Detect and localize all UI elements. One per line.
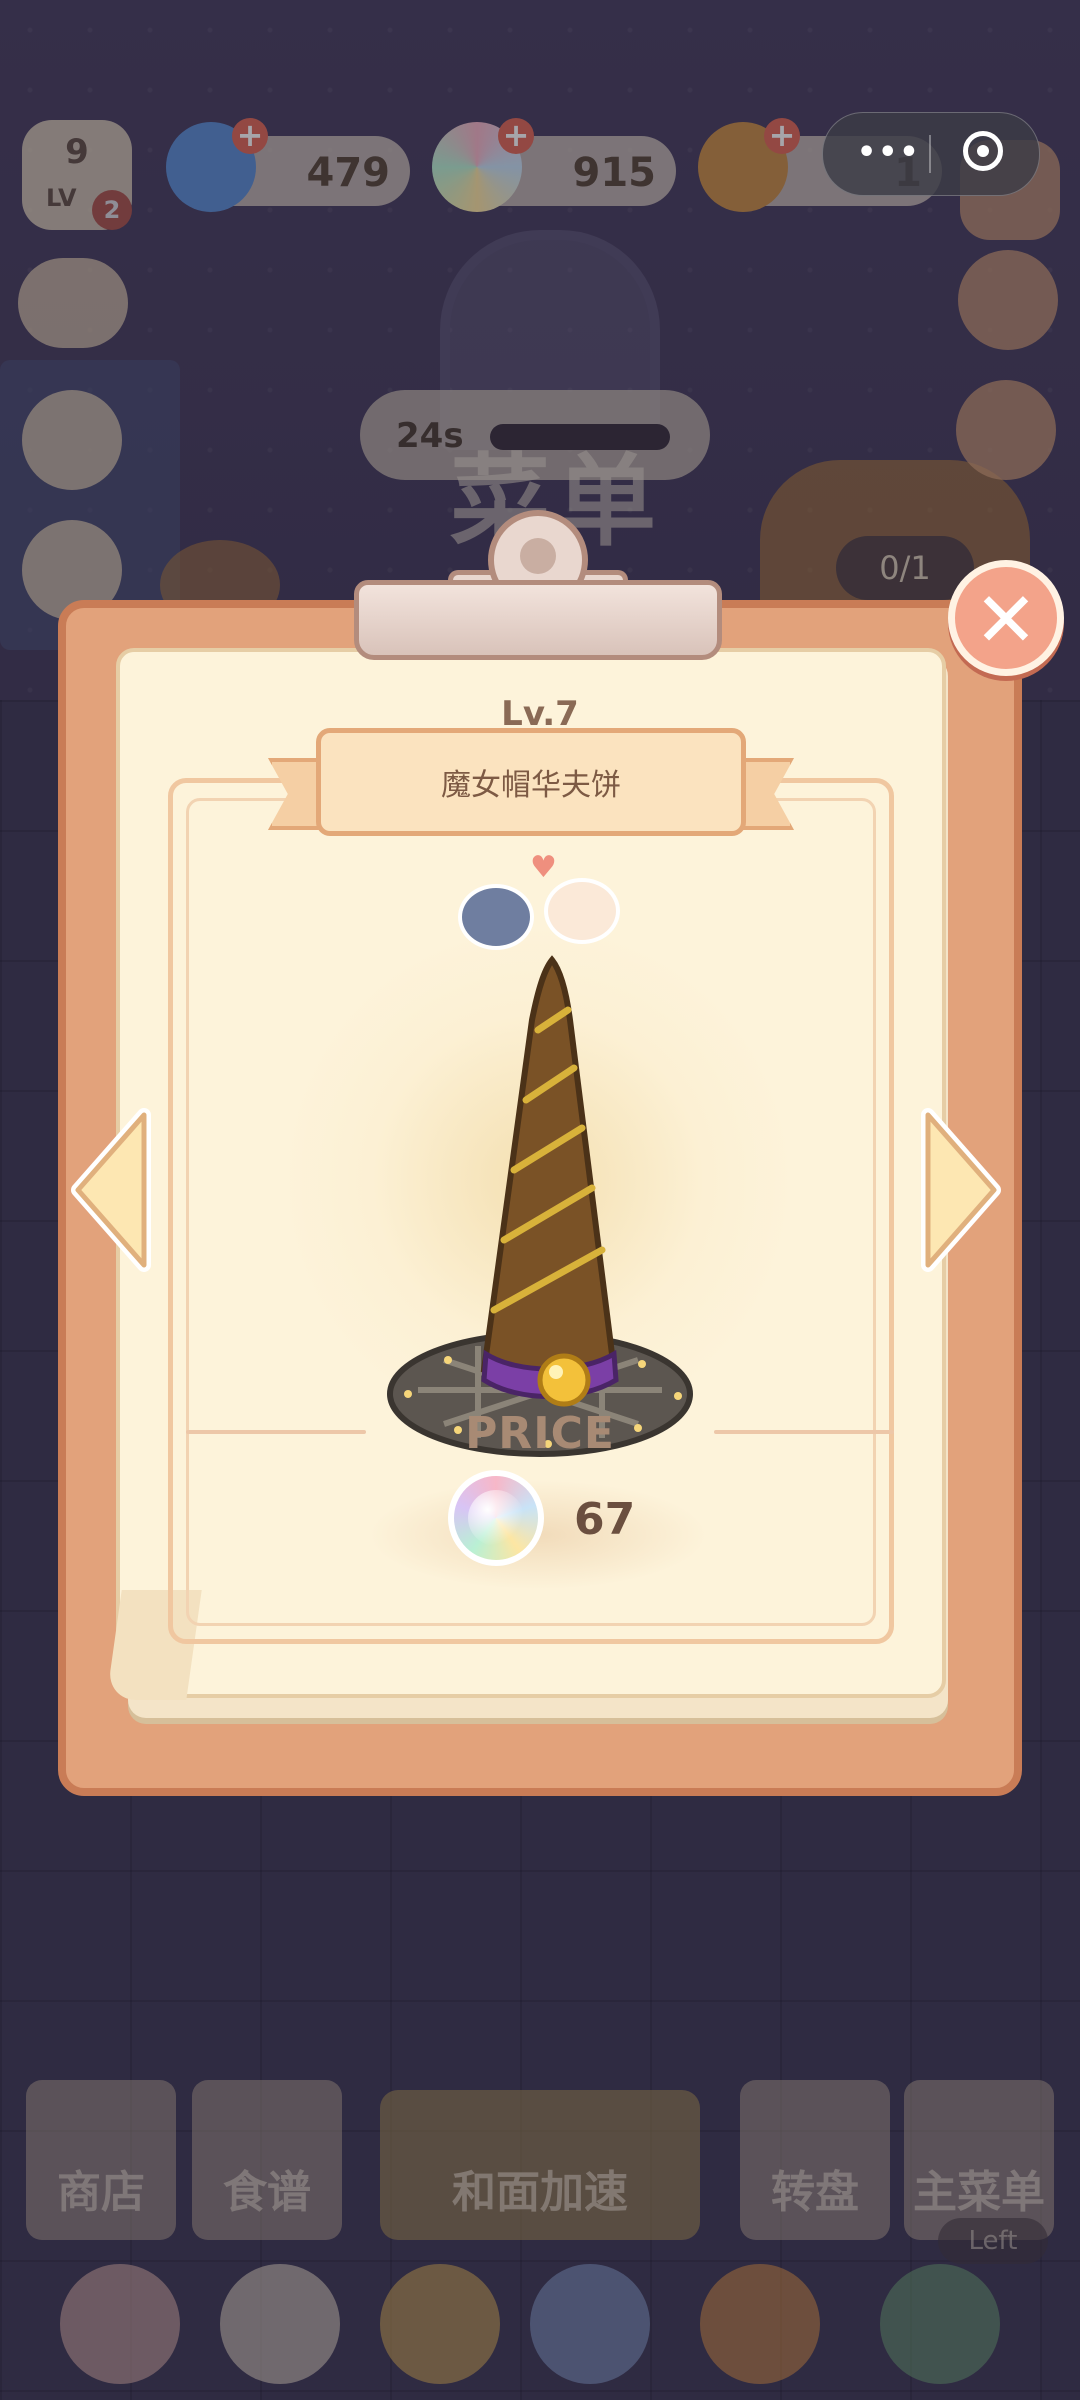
penguin-icon xyxy=(458,884,534,950)
capsule-divider xyxy=(929,135,931,173)
clip-plate xyxy=(354,580,722,660)
close-miniprogram-icon[interactable] xyxy=(963,131,1003,171)
price-row: 67 xyxy=(448,1470,648,1570)
recipe-name-banner: 魔女帽华夫饼 xyxy=(268,728,794,842)
close-icon: ✕ xyxy=(974,575,1038,664)
previous-recipe-arrow[interactable] xyxy=(66,1105,156,1275)
heart-icon: ♥ xyxy=(530,850,557,885)
recipe-name: 魔女帽华夫饼 xyxy=(441,768,621,803)
rainbow-orb-icon xyxy=(448,1470,544,1566)
recipe-card-modal: ✕ Lv.7 魔女帽华夫饼 ♥ PRICE 67 xyxy=(58,510,1064,1796)
close-button[interactable]: ✕ xyxy=(948,560,1064,676)
pet-decoration: ♥ xyxy=(458,850,628,960)
more-options-icon[interactable]: ••• xyxy=(857,135,921,170)
next-recipe-arrow[interactable] xyxy=(916,1105,1006,1275)
price-label: PRICE xyxy=(465,1408,615,1459)
clipboard-clip xyxy=(354,510,722,670)
bunny-icon xyxy=(544,878,620,944)
miniprogram-capsule: ••• xyxy=(822,112,1040,196)
price-value: 67 xyxy=(574,1494,636,1545)
